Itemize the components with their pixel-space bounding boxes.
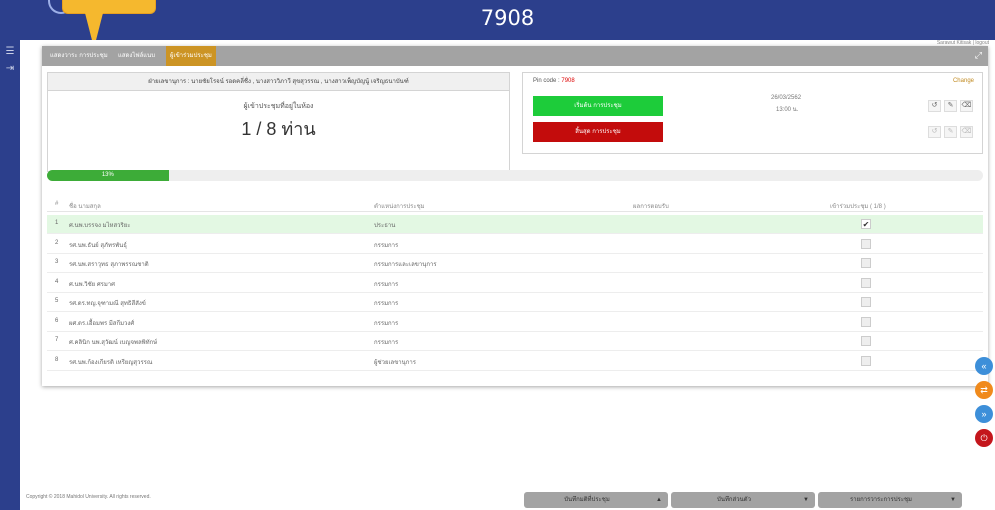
- progress-bar: 13%: [47, 170, 983, 181]
- col-name: ชื่อ นามสกุล: [69, 204, 101, 210]
- table-header: # ชื่อ นามสกุล ตำแหน่งการประชุม ผลการตอบ…: [47, 196, 983, 212]
- start-meeting-button[interactable]: เริ่มต้น การประชุม: [533, 96, 663, 116]
- member-name: ศ.คลินิก นพ.สุวัฒน์ เบญจพลพิทักษ์: [69, 340, 158, 346]
- caret-down-icon: ▼: [950, 497, 956, 503]
- expand-icon[interactable]: ⤢: [975, 50, 982, 61]
- secretaries-line: ฝ่ายเลขานุการ : นายชัยโรจน์ รอดคลี่ชื่ง …: [48, 73, 509, 91]
- attendance-count: 1 / 8 ท่าน: [241, 119, 316, 139]
- change-pin-link[interactable]: Change: [953, 78, 974, 84]
- erase-icon[interactable]: ⌫: [960, 126, 973, 138]
- attendance-checkbox[interactable]: [861, 355, 871, 366]
- col-attendance: เข้าร่วมประชุม ( 1/8 ): [830, 204, 886, 210]
- fast-forward-icon[interactable]: »: [975, 405, 993, 423]
- rewind-icon[interactable]: «: [975, 357, 993, 375]
- meeting-resolution-dropdown[interactable]: บันทึกมติที่ประชุม ▲: [524, 492, 668, 508]
- copyright: Copyright © 2018 Mahidol University. All…: [26, 494, 151, 500]
- member-name: รศ.นพ.ก้องเกียรติ เหรียญสุวรรณ: [69, 359, 153, 366]
- attendance-checkbox[interactable]: [861, 258, 871, 268]
- member-name: รศ.นพ.ธันย์ สุภัทรพันธุ์: [69, 242, 127, 249]
- table-row: 8 รศ.นพ.ก้องเกียรติ เหรียญสุวรรณ ผู้ช่วยเล…: [47, 352, 983, 371]
- agenda-list-dropdown[interactable]: รายการวาระการประชุม ▼: [818, 492, 962, 508]
- member-name: ศ.นพ.วิชัย ศรมาศ: [69, 281, 115, 288]
- member-position: กรรมการ: [374, 281, 399, 288]
- meeting-control-panel: Pin code : 7908 Change เริ่มต้น การประชุ…: [522, 72, 983, 154]
- attendance-checkbox[interactable]: [861, 336, 871, 346]
- member-name: รศ.นพ.สราวุทธ สุภาพรรณชาติ: [69, 262, 149, 268]
- tab-attendees[interactable]: ผู้เข้าร่วมประชุม: [166, 46, 216, 66]
- attendance-checkbox[interactable]: [861, 316, 871, 327]
- tab-agenda[interactable]: แสดงวาระ การประชุม: [46, 46, 112, 66]
- power-icon[interactable]: ⏻: [975, 429, 993, 447]
- pin-code-value: 7908: [561, 78, 575, 84]
- attendance-panel: ฝ่ายเลขานุการ : นายชัยโรจน์ รอดคลี่ชื่ง …: [47, 72, 510, 172]
- meeting-date: 26/03/2562: [771, 95, 802, 101]
- member-name: ศ.นพ.บรรจง มไหสวริยะ: [69, 223, 131, 229]
- attendance-checkbox[interactable]: [861, 297, 871, 307]
- table-row: 7 ศ.คลินิก นพ.สุวัฒน์ เบญจพลพิทักษ์ กรรมกา…: [47, 332, 983, 351]
- attendance-label: ผู้เข้าประชุมที่อยู่ในห้อง: [243, 103, 314, 110]
- table-row: 3 รศ.นพ.สราวุทธ สุภาพรรณชาติ กรรมการและเลข…: [47, 254, 983, 273]
- attendance-checkbox[interactable]: ✔: [861, 219, 871, 229]
- row-number: 8: [55, 356, 59, 363]
- end-meeting-button[interactable]: สิ้นสุด การประชุม: [533, 122, 663, 142]
- attendance-checkbox[interactable]: [861, 238, 871, 249]
- table-row: 5 รศ.ดร.ทญ.จุฑามณี สุทธิสีสังข์ กรรมการ: [47, 293, 983, 312]
- personal-notes-dropdown[interactable]: บันทึกส่วนตัว ▼: [671, 492, 815, 508]
- meeting-time: 13:00 น.: [776, 107, 799, 113]
- attendance-checkbox[interactable]: [861, 277, 871, 288]
- sidebar: ☰ ⇥: [0, 40, 20, 510]
- member-position: กรรมการ: [374, 320, 399, 327]
- member-position: กรรมการ: [374, 242, 399, 249]
- progress-fill: 13%: [47, 170, 169, 181]
- pin-title: 7908: [480, 6, 535, 30]
- table-row: 1 ศ.นพ.บรรจง มไหสวริยะ ประธาน ✔: [47, 215, 983, 234]
- table-row: 6 ผศ.ดร.เอื้อมพร มีสกีมวงศ์ กรรมการ: [47, 313, 983, 332]
- row-number: 2: [55, 239, 59, 246]
- edit-icon[interactable]: ✎: [944, 100, 957, 112]
- member-name: รศ.ดร.ทญ.จุฑามณี สุทธิสีสังข์: [69, 301, 146, 307]
- member-position: กรรมการ: [374, 301, 399, 307]
- member-position: ประธาน: [374, 223, 396, 229]
- top-bar: 7908: [20, 0, 995, 40]
- row-number: 6: [55, 317, 59, 324]
- pin-code: Pin code : 7908: [533, 78, 575, 84]
- undo-icon[interactable]: ↺: [928, 126, 941, 138]
- row-number: 5: [55, 298, 59, 304]
- row-number: 1: [55, 220, 59, 226]
- logout-icon[interactable]: ⇥: [0, 63, 20, 74]
- row-number: 7: [55, 337, 59, 343]
- swap-icon[interactable]: ⇄: [975, 381, 993, 399]
- main-area: Sarawut Kitisak | logout แสดงวาระ การประ…: [20, 40, 995, 510]
- undo-icon[interactable]: ↺: [928, 100, 941, 112]
- col-position: ตำแหน่งการประชุม: [374, 204, 425, 210]
- col-response: ผลการตอบรับ: [633, 204, 669, 210]
- row-number: 3: [55, 259, 59, 265]
- callout-highlight: [62, 0, 156, 14]
- member-position: กรรมการ: [374, 340, 399, 346]
- erase-icon[interactable]: ⌫: [960, 100, 973, 112]
- caret-up-icon: ▲: [656, 497, 662, 503]
- row-number: 4: [55, 278, 59, 285]
- member-position: กรรมการและเลขานุการ: [374, 262, 437, 268]
- meeting-card: แสดงวาระ การประชุม แสดงไฟล์แนบ ผู้เข้าร่…: [42, 46, 988, 386]
- table-row: 2 รศ.นพ.ธันย์ สุภัทรพันธุ์ กรรมการ: [47, 235, 983, 254]
- tab-bar: แสดงวาระ การประชุม แสดงไฟล์แนบ ผู้เข้าร่…: [42, 46, 988, 66]
- caret-down-icon: ▼: [803, 497, 809, 503]
- member-name: ผศ.ดร.เอื้อมพร มีสกีมวงศ์: [69, 320, 135, 327]
- table-row: 4 ศ.นพ.วิชัย ศรมาศ กรรมการ: [47, 274, 983, 293]
- member-position: ผู้ช่วยเลขานุการ: [374, 359, 416, 366]
- edit-icon[interactable]: ✎: [944, 126, 957, 138]
- col-number: #: [55, 201, 59, 207]
- menu-icon[interactable]: ☰: [0, 46, 20, 57]
- tab-attachments[interactable]: แสดงไฟล์แนบ: [114, 46, 159, 66]
